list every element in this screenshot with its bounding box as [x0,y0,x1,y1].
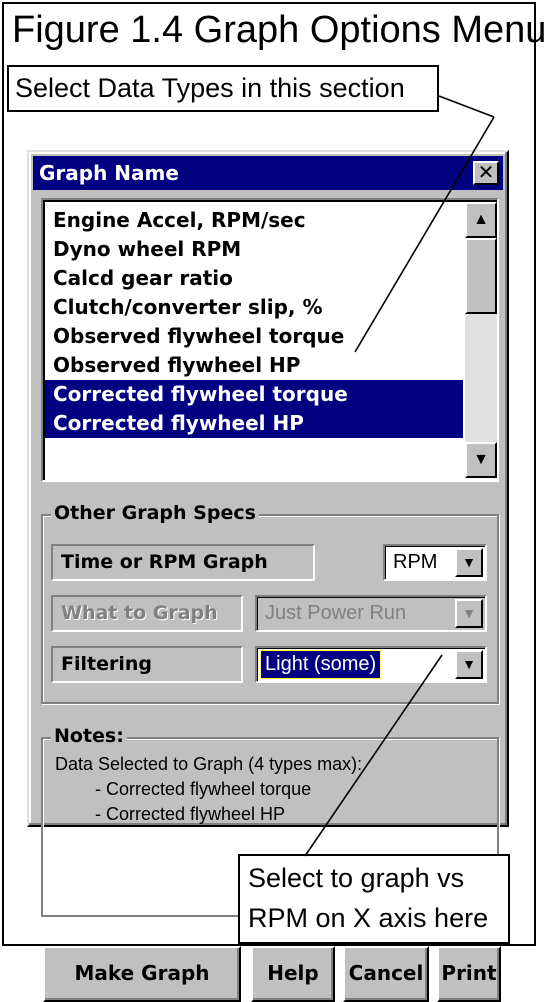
dialog-titlebar[interactable]: Graph Name ✕ [33,156,503,190]
notes-legend: Notes: [51,725,127,747]
list-item[interactable]: Observed flywheel torque [45,322,463,351]
scroll-down-button[interactable]: ▼ [465,442,497,478]
filtering-value: Light (some) [259,650,382,679]
list-item[interactable]: Clutch/converter slip, % [45,293,463,322]
dropdown-arrow-icon: ▼ [462,554,476,570]
what-to-graph-select[interactable]: Just Power Run ▼ [255,595,487,632]
data-types-list: Engine Accel, RPM/sec Dyno wheel RPM Cal… [45,206,463,438]
list-item[interactable]: Observed flywheel HP [45,351,463,380]
scroll-down-arrow-icon: ▼ [473,451,489,468]
graph-options-dialog: Graph Name ✕ Engine Accel, RPM/sec Dyno … [27,150,509,1002]
data-types-listbox[interactable]: Engine Accel, RPM/sec Dyno wheel RPM Cal… [41,198,499,482]
time-or-rpm-label: Time or RPM Graph [51,544,315,581]
time-or-rpm-select[interactable]: RPM ▼ [383,544,487,581]
make-graph-button[interactable]: Make Graph [43,946,241,1002]
scroll-up-button[interactable]: ▲ [465,202,497,238]
notes-line: Data Selected to Graph (4 types max): [55,754,363,774]
notes-line: - Corrected flywheel torque [95,779,312,799]
dropdown-arrow-icon: ▼ [462,656,476,672]
callout-data-types: Select Data Types in this section [7,65,439,112]
what-to-graph-value: Just Power Run [265,602,407,624]
what-to-graph-label: What to Graph [51,595,243,632]
scroll-thumb[interactable] [465,238,497,314]
time-or-rpm-dropdown-button[interactable]: ▼ [455,548,483,577]
what-to-graph-dropdown-button[interactable]: ▼ [455,599,483,628]
filtering-dropdown-button[interactable]: ▼ [455,650,483,679]
close-button[interactable]: ✕ [473,161,499,185]
dialog-title: Graph Name [39,161,179,185]
close-icon: ✕ [477,160,495,184]
list-item-selected[interactable]: Corrected flywheel torque [45,380,463,409]
list-scrollbar[interactable]: ▲ ▼ [465,202,497,478]
print-button[interactable]: Print [437,946,501,1002]
figure-title: Figure 1.4 Graph Options Menu [12,9,544,51]
cancel-button[interactable]: Cancel [343,946,429,1002]
list-item[interactable]: Dyno wheel RPM [45,235,463,264]
list-item[interactable]: Engine Accel, RPM/sec [45,206,463,235]
list-item-selected[interactable]: Corrected flywheel HP [45,409,463,438]
time-or-rpm-value: RPM [393,551,438,573]
list-item[interactable]: Calcd gear ratio [45,264,463,293]
scroll-up-arrow-icon: ▲ [473,211,489,228]
help-button[interactable]: Help [251,946,335,1002]
filtering-select[interactable]: Light (some) ▼ [255,646,487,683]
filtering-label: Filtering [51,646,243,683]
notes-line: - Corrected flywheel HP [95,804,286,824]
other-graph-specs-legend: Other Graph Specs [51,502,259,524]
callout-rpm-axis: Select to graph vs RPM on X axis here [238,854,510,944]
dropdown-arrow-icon: ▼ [462,605,476,621]
